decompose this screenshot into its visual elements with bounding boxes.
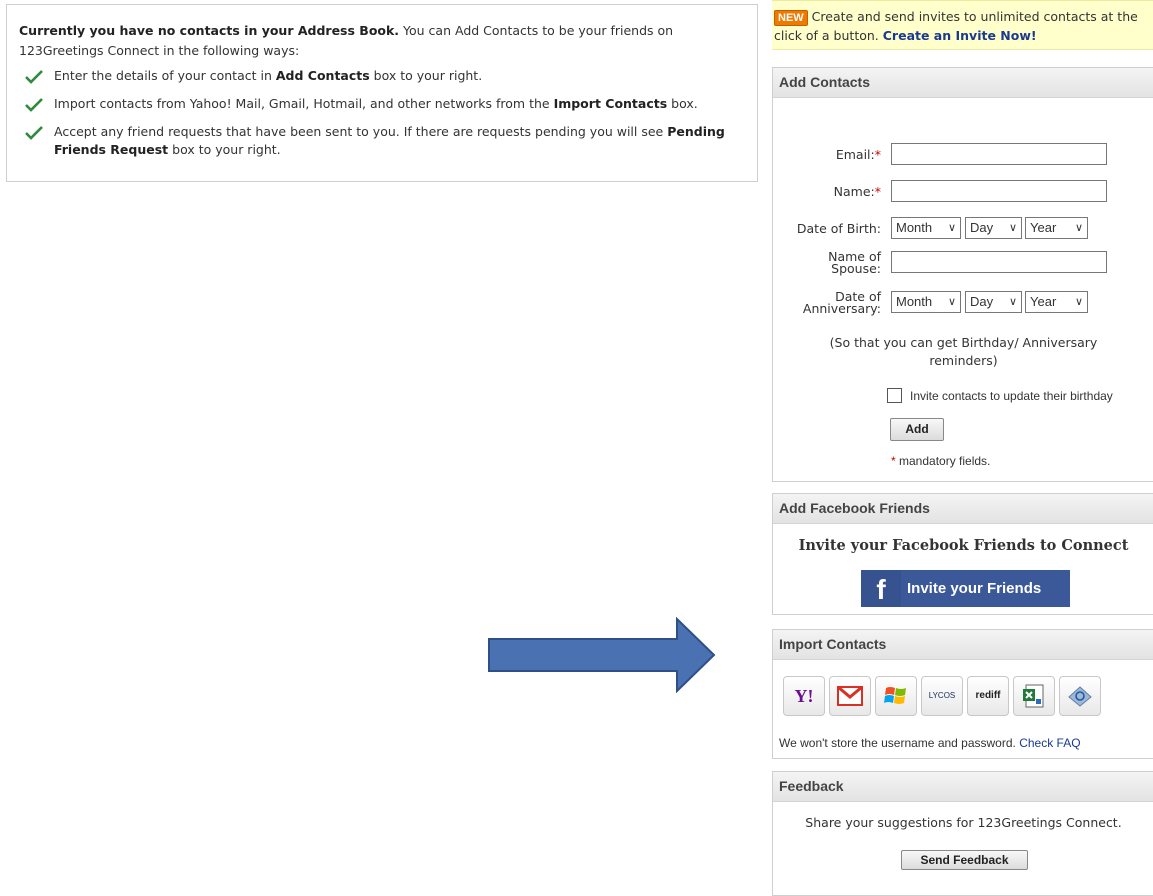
send-feedback-button[interactable]: Send Feedback [901,850,1028,870]
add-contact-button[interactable]: Add [890,418,944,441]
facebook-friends-panel: Add Facebook Friends Invite your Faceboo… [772,493,1153,615]
info-item-text: Accept any friend requests that have bee… [54,124,668,139]
info-item-friend-requests: Accept any friend requests that have bee… [19,123,745,159]
outlook-icon[interactable] [1059,676,1101,716]
address-book-icon [1068,686,1092,707]
promo-banner: NEW Create and send invites to unlimited… [772,0,1153,50]
feedback-note: Share your suggestions for 123Greetings … [805,815,1122,830]
anniversary-year-value: Year [1030,294,1057,309]
chevron-down-icon: ∨ [1074,296,1083,308]
dob-year-value: Year [1030,220,1057,235]
spouse-name-field[interactable] [891,251,1107,273]
dob-month-value: Month [896,220,933,235]
anniversary-year-select[interactable]: Year ∨ [1025,291,1088,313]
lycos-logo-text: LYCOS [928,691,956,700]
email-field[interactable] [891,143,1107,165]
check-faq-link[interactable]: Check FAQ [1019,736,1080,750]
invite-friends-label: Invite your Friends [907,580,1042,597]
required-mark: * [891,454,896,468]
lycos-icon[interactable]: LYCOS [921,676,963,716]
yahoo-logo-text: Y! [794,686,814,706]
feedback-panel: Feedback Share your suggestions for 123G… [772,771,1153,896]
dob-day-value: Day [970,220,994,235]
email-row: Email:* [773,143,1153,167]
arrow-annotation-icon [488,617,716,693]
windows-live-icon[interactable] [875,676,917,716]
dob-row: Date of Birth: Month ∨ Day ∨ Year ∨ [773,217,1153,241]
reminder-note: (So that you can get Birthday/ Anniversa… [829,335,1098,368]
panel-title: Feedback [773,772,1153,802]
anniversary-label-line: Anniversary: [802,301,881,316]
required-mark: * [874,184,881,199]
checkmark-icon [25,98,43,112]
invite-birthday-label: Invite contacts to update their birthday [910,389,1113,403]
name-field[interactable] [891,180,1107,202]
windows-flag-icon [884,687,906,704]
dob-year-select[interactable]: Year ∨ [1025,217,1088,239]
excel-csv-icon[interactable] [1013,676,1055,716]
new-badge: NEW [774,10,808,26]
info-item-text: box to your right. [168,142,281,157]
anniversary-label: Date of Anniversary: [773,290,881,316]
spreadsheet-file-icon [1023,684,1044,708]
email-label: Email:* [773,147,881,162]
info-item-text: box to your right. [369,68,483,83]
add-contacts-panel: Add Contacts Email:* Name:* Date of Birt… [772,67,1153,482]
info-intro-bold: Currently you have no contacts in your A… [19,23,400,38]
dob-day-select[interactable]: Day ∨ [965,217,1022,239]
dob-month-select[interactable]: Month ∨ [891,217,961,239]
mandatory-note: * mandatory fields. [891,454,990,468]
name-label: Name:* [773,184,881,199]
anniversary-month-select[interactable]: Month ∨ [891,291,961,313]
anniversary-month-value: Month [896,294,933,309]
create-invite-link[interactable]: Create an Invite Now! [883,28,1037,43]
spouse-row: Name of Spouse: [773,250,1153,279]
gmail-icon[interactable] [829,676,871,716]
facebook-icon: f [861,570,901,607]
name-label-text: Name: [833,184,875,199]
chevron-down-icon: ∨ [947,296,956,308]
info-item-bold: Import Contacts [553,96,668,111]
anniversary-day-select[interactable]: Day ∨ [965,291,1022,313]
checkmark-icon [25,70,43,84]
anniversary-row: Date of Anniversary: Month ∨ Day ∨ Year ∨ [773,290,1153,319]
import-note-text: We won't store the username and password… [779,736,1016,750]
checkmark-icon [25,126,43,140]
gmail-envelope-icon [837,685,863,706]
spouse-label: Name of Spouse: [773,250,881,276]
chevron-down-icon: ∨ [1074,222,1083,234]
dob-label: Date of Birth: [796,221,881,236]
yahoo-icon[interactable]: Y! [783,676,825,716]
import-privacy-note: We won't store the username and password… [779,736,1081,750]
info-item-import-contacts: Import contacts from Yahoo! Mail, Gmail,… [19,95,745,113]
no-contacts-info-box: Currently you have no contacts in your A… [6,4,758,182]
mandatory-note-text: mandatory fields. [899,454,991,468]
import-contacts-panel: Import Contacts Y! LYCOS rediff We won't… [772,629,1153,759]
panel-title: Import Contacts [773,630,1153,660]
info-item-text: Import contacts from Yahoo! Mail, Gmail,… [54,96,554,111]
spouse-label-line: Spouse: [831,261,881,276]
right-sidebar: NEW Create and send invites to unlimited… [772,0,1153,896]
chevron-down-icon: ∨ [1008,222,1017,234]
invite-facebook-friends-button[interactable]: f Invite your Friends [861,570,1070,607]
chevron-down-icon: ∨ [947,222,956,234]
info-item-text: box. [667,96,698,111]
rediff-logo-text: rediff [975,690,1001,701]
rediff-icon[interactable]: rediff [967,676,1009,716]
invite-birthday-checkbox[interactable] [887,388,902,403]
email-label-text: Email: [835,147,875,162]
info-item-text: Enter the details of your contact in [54,68,276,83]
panel-title: Add Facebook Friends [773,494,1153,524]
info-intro: Currently you have no contacts in your A… [19,21,745,61]
facebook-heading: Invite your Facebook Friends to Connect [798,537,1129,554]
anniversary-day-value: Day [970,294,994,309]
info-item-add-contacts: Enter the details of your contact in Add… [19,67,745,85]
required-mark: * [874,147,881,162]
info-item-bold: Add Contacts [275,68,370,83]
panel-title: Add Contacts [773,68,1153,98]
name-row: Name:* [773,180,1153,204]
chevron-down-icon: ∨ [1008,296,1017,308]
